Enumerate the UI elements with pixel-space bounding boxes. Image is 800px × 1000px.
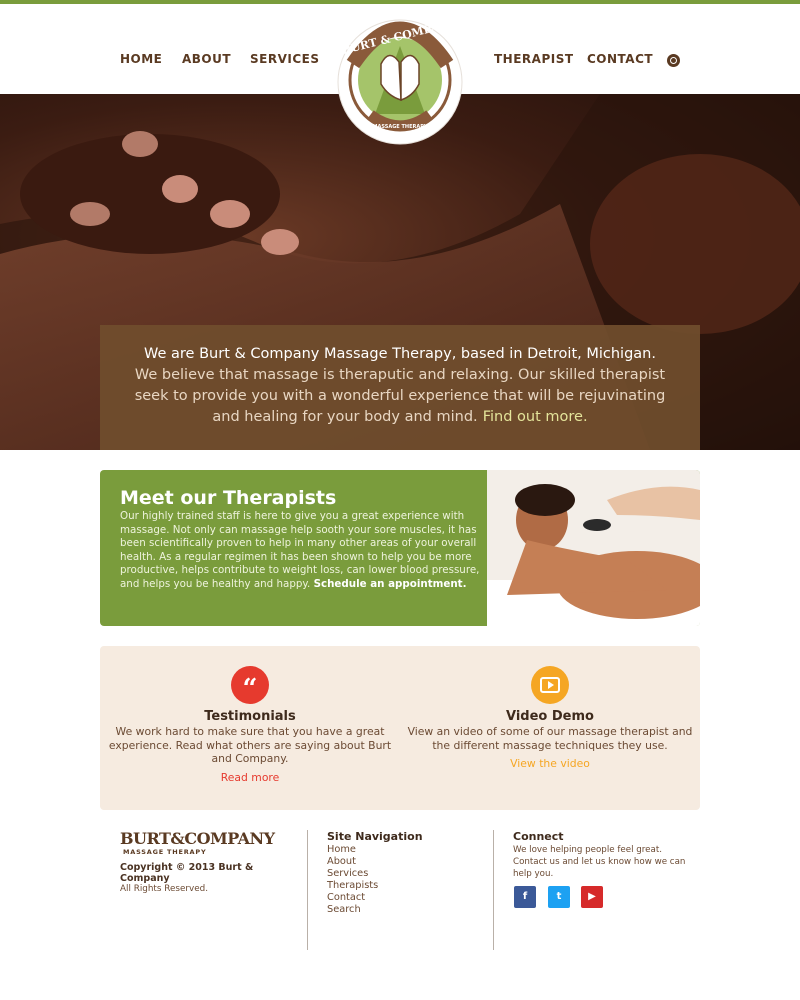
- video-demo-title: Video Demo: [506, 709, 594, 724]
- nav-about[interactable]: ABOUT: [182, 52, 231, 66]
- footer-divider: [493, 830, 494, 950]
- nav-home[interactable]: HOME: [120, 52, 162, 66]
- footer-link-contact[interactable]: Contact: [327, 892, 477, 904]
- features-panel: “ Testimonials We work hard to make sure…: [100, 646, 700, 810]
- facebook-icon[interactable]: f: [514, 886, 536, 908]
- testimonials-feature: “ Testimonials We work hard to make sure…: [105, 666, 395, 785]
- footer-logo[interactable]: BURT&COMPANY: [120, 830, 300, 848]
- hero-headline: We are Burt & Company Massage Therapy, b…: [144, 346, 656, 362]
- nav-contact[interactable]: CONTACT: [587, 52, 653, 66]
- testimonials-description: We work hard to make sure that you have …: [108, 725, 392, 765]
- twitter-icon[interactable]: t: [548, 886, 570, 908]
- video-demo-description: View an video of some of our massage the…: [407, 725, 693, 752]
- copyright-text: Copyright © 2013 Burt & Company: [120, 862, 254, 884]
- hero-intro-box: We are Burt & Company Massage Therapy, b…: [100, 325, 700, 450]
- footer-divider: [307, 830, 308, 950]
- read-more-link[interactable]: Read more: [221, 771, 280, 785]
- svg-text:“: “: [243, 674, 258, 704]
- video-demo-feature: Video Demo View an video of some of our …: [405, 666, 695, 771]
- hot-stone-massage-photo: [487, 470, 700, 626]
- nav-therapist[interactable]: THERAPIST: [494, 52, 574, 66]
- video-icon[interactable]: [531, 666, 569, 704]
- footer-link-home[interactable]: Home: [327, 844, 477, 856]
- footer-link-search[interactable]: Search: [327, 904, 477, 916]
- connect-description: We love helping people feel great. Conta…: [513, 845, 686, 879]
- testimonials-title: Testimonials: [204, 709, 296, 724]
- nav-services[interactable]: SERVICES: [250, 52, 319, 66]
- site-navigation-title: Site Navigation: [327, 830, 423, 843]
- site-footer: BURT&COMPANY MASSAGE THERAPY Copyright ©…: [100, 830, 700, 960]
- footer-brand: BURT&COMPANY MASSAGE THERAPY Copyright ©…: [120, 830, 300, 895]
- site-logo[interactable]: BURT & COMPANY MASSAGE THERAPY: [333, 4, 468, 149]
- search-icon[interactable]: [667, 54, 680, 67]
- footer-connect: Connect We love helping people feel grea…: [513, 830, 700, 930]
- youtube-glyph: ▶: [588, 891, 596, 902]
- meet-therapists-panel: Meet our Therapists Our highly trained s…: [100, 470, 700, 626]
- footer-link-therapists[interactable]: Therapists: [327, 880, 477, 892]
- schedule-appointment-link[interactable]: Schedule an appointment.: [314, 578, 467, 590]
- connect-title: Connect: [513, 830, 564, 843]
- therapists-title: Meet our Therapists: [120, 487, 337, 509]
- footer-link-services[interactable]: Services: [327, 868, 477, 880]
- footer-site-navigation: Site Navigation Home About Services Ther…: [327, 830, 477, 916]
- youtube-icon[interactable]: ▶: [581, 886, 603, 908]
- twitter-glyph: t: [556, 891, 562, 902]
- footer-logo-tagline: MASSAGE THERAPY: [123, 848, 207, 856]
- facebook-glyph: f: [522, 891, 528, 902]
- find-out-more-link[interactable]: Find out more.: [483, 409, 588, 425]
- logo-tagline: MASSAGE THERAPY: [373, 124, 428, 130]
- view-video-link[interactable]: View the video: [510, 757, 590, 771]
- rights-reserved-text: All Rights Reserved.: [120, 884, 208, 894]
- footer-link-about[interactable]: About: [327, 856, 477, 868]
- quote-icon[interactable]: “: [231, 666, 269, 704]
